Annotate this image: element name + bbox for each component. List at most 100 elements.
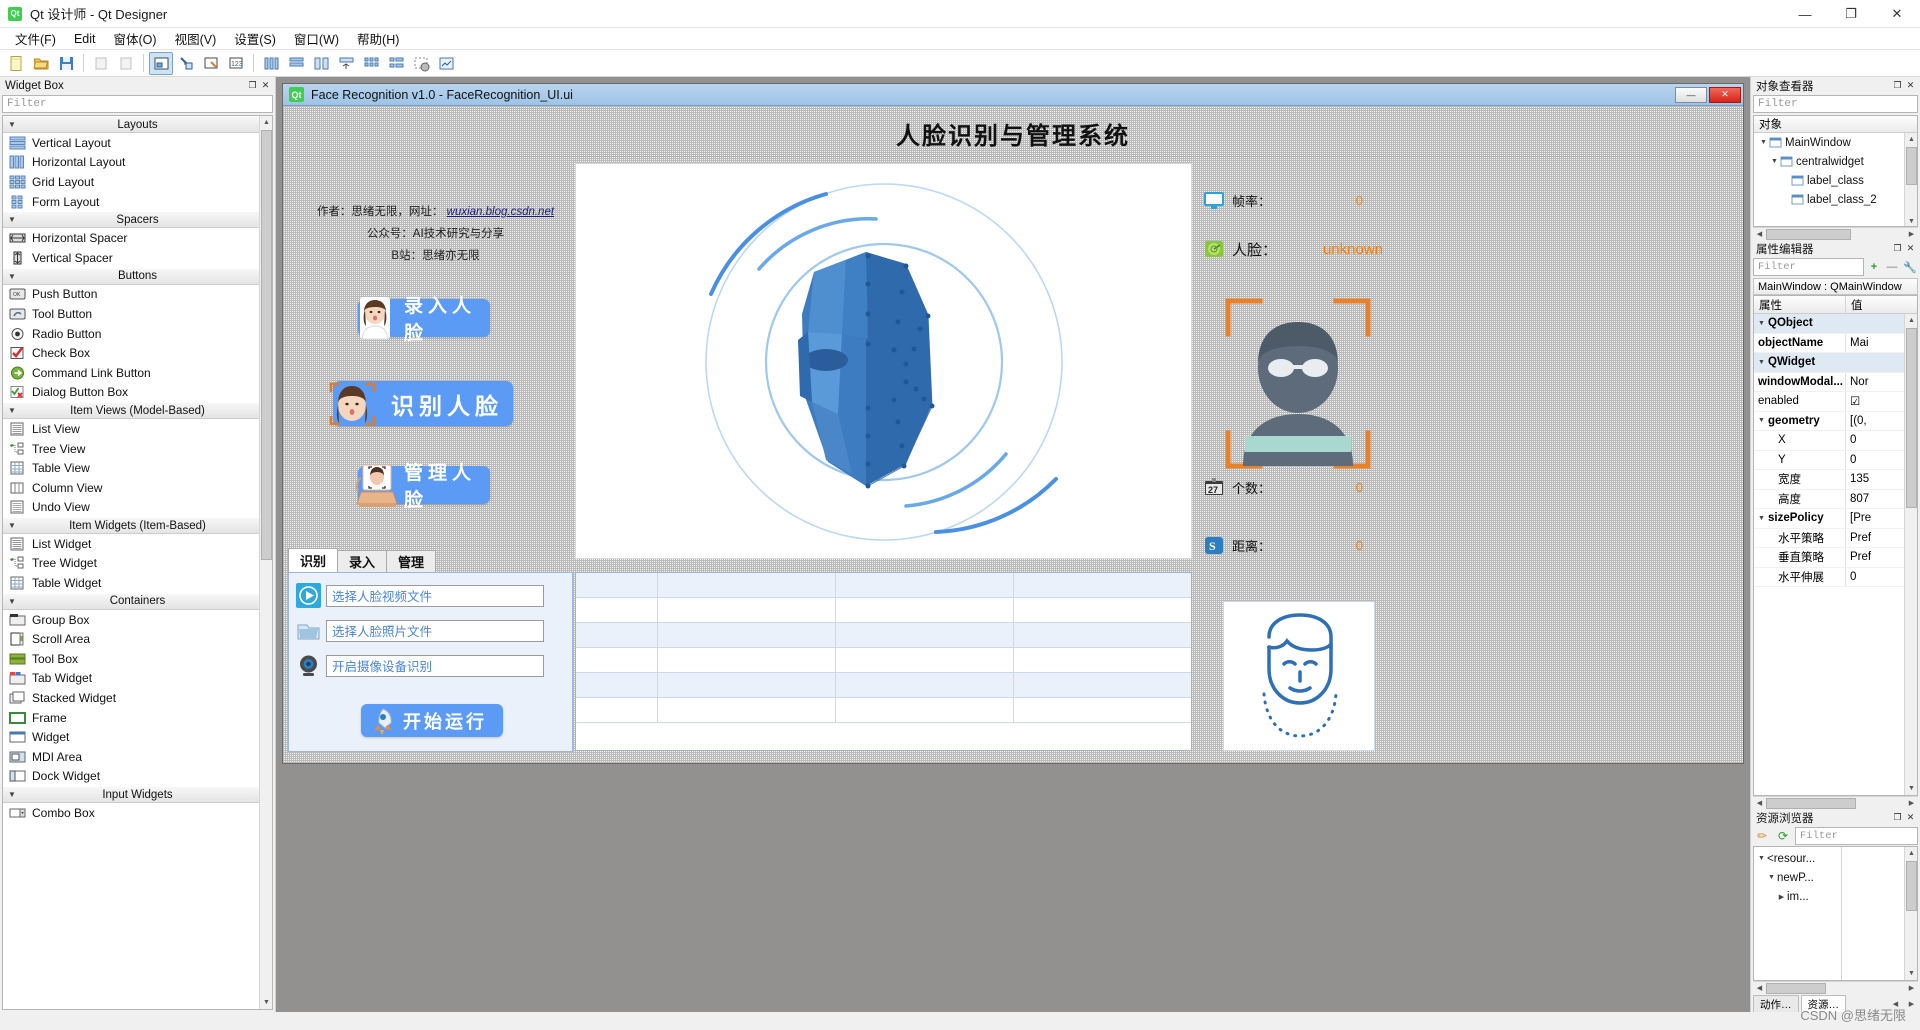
photo-file-row[interactable]: 选择人脸照片文件: [296, 618, 544, 643]
scroll-thumb[interactable]: [261, 130, 272, 560]
property-row[interactable]: ▼ QObject: [1754, 314, 1917, 334]
photo-file-input[interactable]: 选择人脸照片文件: [326, 619, 544, 642]
property-table[interactable]: 属性 值 ▼ QObject objectName Mai ▼ QWidget window…: [1753, 295, 1918, 796]
hscroll-track[interactable]: [1766, 797, 1905, 809]
widget-category-containers[interactable]: ▼ Containers: [3, 592, 272, 610]
table-cell[interactable]: [1014, 648, 1191, 672]
property-scrollbar[interactable]: ▲ ▼: [1904, 314, 1917, 795]
menu-form[interactable]: 窗体(O): [105, 27, 166, 50]
resource-hscroll[interactable]: ◀ ▶: [1753, 981, 1918, 994]
resource-tree-node[interactable]: ▼ newP...: [1754, 868, 1841, 887]
results-table[interactable]: [575, 572, 1192, 751]
widget-category-layouts[interactable]: ▼ Layouts: [3, 116, 272, 133]
scroll-left-icon[interactable]: ◀: [1753, 797, 1766, 810]
widget-item-column-view[interactable]: Column View: [3, 478, 272, 498]
widget-category-buttons[interactable]: ▼ Buttons: [3, 267, 272, 285]
widget-item-combo-box[interactable]: Combo Box: [3, 803, 272, 823]
widget-item-undo-view[interactable]: Undo View: [3, 498, 272, 518]
hscroll-thumb[interactable]: [1766, 228, 1851, 240]
redo-icon[interactable]: [114, 52, 138, 75]
widget-item-grid-layout[interactable]: Grid Layout: [3, 172, 272, 192]
widget-item-vertical-layout[interactable]: Vertical Layout: [3, 133, 272, 153]
widget-category-spacers[interactable]: ▼ Spacers: [3, 211, 272, 229]
table-cell[interactable]: [836, 623, 1014, 647]
object-tree-node[interactable]: label_class_2: [1754, 190, 1917, 209]
widget-item-stacked-widget[interactable]: Stacked Widget: [3, 688, 272, 708]
table-row[interactable]: [576, 648, 1191, 673]
edit-widgets-icon[interactable]: [149, 51, 173, 75]
reload-icon[interactable]: ⟳: [1774, 827, 1792, 845]
tab-manage[interactable]: 管理: [386, 550, 437, 572]
edit-tab-order-icon[interactable]: 123: [224, 52, 248, 75]
video-file-input[interactable]: 选择人脸视频文件: [326, 584, 544, 607]
scroll-down-icon[interactable]: ▼: [1905, 782, 1917, 795]
scroll-down-icon[interactable]: ▼: [1905, 967, 1917, 980]
chevron-down-icon[interactable]: ▼: [1769, 158, 1780, 165]
widget-item-scroll-area[interactable]: Scroll Area: [3, 629, 272, 649]
form-minimize-button[interactable]: —: [1675, 86, 1707, 103]
table-cell[interactable]: [1014, 698, 1191, 722]
widget-item-vertical-spacer[interactable]: Vertical Spacer: [3, 248, 272, 268]
chevron-down-icon[interactable]: ▼: [1758, 515, 1768, 522]
resource-scrollbar[interactable]: ▲ ▼: [1904, 847, 1917, 980]
table-row[interactable]: [576, 673, 1191, 698]
table-cell[interactable]: [658, 573, 836, 597]
table-cell[interactable]: [1014, 673, 1191, 697]
menu-file[interactable]: 文件(F): [6, 27, 65, 50]
layout-form-icon[interactable]: [384, 52, 408, 75]
form-canvas[interactable]: 人脸识别与管理系统 作者：思绪无限，网址： wuxian.blog.csdn.n…: [283, 106, 1743, 763]
widget-box-filter-input[interactable]: Filter: [2, 95, 273, 113]
widget-item-list-view[interactable]: List View: [3, 419, 272, 439]
widget-item-frame[interactable]: Frame: [3, 708, 272, 728]
form-close-button[interactable]: ✕: [1709, 86, 1741, 103]
object-inspector-tree[interactable]: 对象 ▼ MainWindow ▼ centralwidget label_class l…: [1753, 115, 1918, 227]
object-tree-hscroll[interactable]: ◀ ▶: [1753, 227, 1918, 240]
menu-settings[interactable]: 设置(S): [225, 27, 285, 50]
widget-item-check-box[interactable]: Check Box: [3, 343, 272, 363]
property-row[interactable]: 宽度 135: [1754, 470, 1917, 490]
resource-tree[interactable]: ▼ <resour... ▼ newP... ▶ im...: [1754, 847, 1842, 980]
widget-item-list-widget[interactable]: List Widget: [3, 534, 272, 554]
chevron-down-icon[interactable]: ▼: [1758, 359, 1768, 366]
table-cell[interactable]: [836, 648, 1014, 672]
close-button[interactable]: ✕: [1874, 0, 1920, 28]
property-row[interactable]: ▼ sizePolicy [Pre: [1754, 509, 1917, 529]
scroll-right-icon[interactable]: ▶: [1905, 982, 1918, 995]
widget-box-scrollbar[interactable]: ▲ ▼: [259, 116, 272, 1009]
menu-edit[interactable]: Edit: [65, 30, 105, 48]
hscroll-thumb[interactable]: [1766, 982, 1826, 994]
table-cell[interactable]: [658, 673, 836, 697]
hscroll-track[interactable]: [1766, 982, 1905, 994]
new-form-icon[interactable]: [4, 52, 28, 75]
hscroll-thumb[interactable]: [1766, 797, 1856, 809]
table-cell[interactable]: [576, 673, 658, 697]
table-row[interactable]: [576, 573, 1191, 598]
undo-icon[interactable]: [89, 52, 113, 75]
widget-item-group-box[interactable]: Group Box: [3, 610, 272, 630]
widget-category-item-widgets-item-based[interactable]: ▼ Item Widgets (Item-Based): [3, 517, 272, 535]
configure-icon[interactable]: 🔧: [1902, 258, 1918, 276]
close-icon[interactable]: ✕: [1904, 811, 1917, 824]
video-preview-panel[interactable]: [575, 163, 1192, 559]
object-inspector-filter-input[interactable]: Filter: [1753, 95, 1918, 113]
layout-splitter-vertical-icon[interactable]: [334, 52, 358, 75]
table-cell[interactable]: [576, 573, 658, 597]
float-icon[interactable]: ❐: [1891, 811, 1904, 824]
scroll-down-icon[interactable]: ▼: [260, 996, 272, 1009]
close-icon[interactable]: ✕: [1904, 242, 1917, 255]
property-filter-input[interactable]: Filter: [1753, 258, 1864, 276]
float-icon[interactable]: ❐: [1891, 242, 1904, 255]
table-cell[interactable]: [836, 598, 1014, 622]
float-icon[interactable]: ❐: [1891, 79, 1904, 92]
property-row[interactable]: objectName Mai: [1754, 333, 1917, 353]
property-hscroll[interactable]: ◀ ▶: [1753, 796, 1918, 809]
scroll-down-icon[interactable]: ▼: [1905, 215, 1917, 226]
scroll-left-icon[interactable]: ◀: [1753, 228, 1766, 241]
table-cell[interactable]: [658, 648, 836, 672]
property-row[interactable]: enabled ☑: [1754, 392, 1917, 412]
layout-vertically-icon[interactable]: [284, 52, 308, 75]
menu-view[interactable]: 视图(V): [166, 27, 226, 50]
property-row[interactable]: 水平伸展 0: [1754, 567, 1917, 587]
scroll-right-icon[interactable]: ▶: [1905, 797, 1918, 810]
scroll-up-icon[interactable]: ▲: [1905, 314, 1917, 327]
